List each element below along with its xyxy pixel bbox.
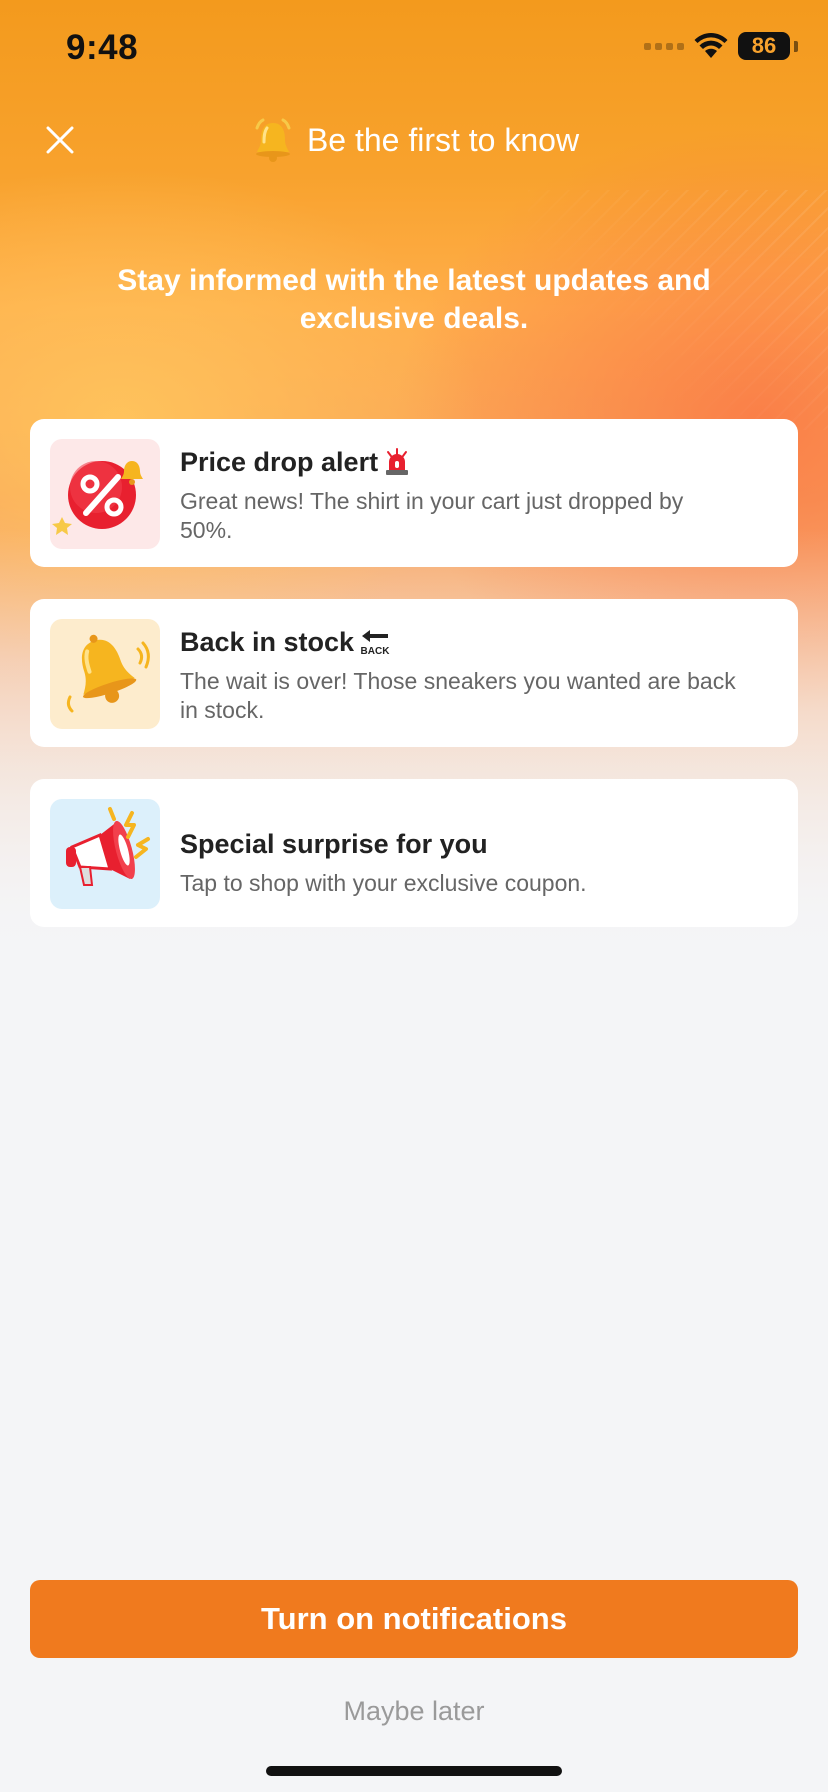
page-header: Be the first to know — [0, 116, 828, 164]
card-icon-container — [50, 439, 160, 549]
subtitle: Stay informed with the latest updates an… — [117, 264, 711, 335]
status-time: 9:48 — [66, 28, 139, 67]
back-arrow-icon-label: BACK — [361, 646, 390, 657]
megaphone-icon — [66, 807, 150, 886]
bell-icon — [255, 118, 291, 162]
cellular-signal-icon — [644, 42, 684, 50]
maybe-later-link[interactable]: Maybe later — [0, 1696, 828, 1727]
card-title-label: Back in stock — [180, 627, 355, 657]
card-text: Price drop alert Great news! The shirt i… — [180, 445, 740, 545]
back-arrow-icon: BACK — [361, 630, 390, 657]
card-title: Price drop alert — [180, 445, 740, 479]
card-description: Tap to shop with your exclusive coupon. — [180, 870, 587, 896]
card-description: The wait is over! Those sneakers you wan… — [180, 668, 736, 723]
card-special-surprise: Special surprise for you Tap to shop wit… — [30, 779, 798, 927]
card-price-drop-alert: Price drop alert Great news! The shirt i… — [30, 419, 798, 567]
card-title: Back in stock BACK — [180, 625, 740, 659]
page-title: Be the first to know — [306, 122, 580, 158]
home-indicator — [266, 1766, 562, 1776]
card-title: Special surprise for you — [180, 829, 488, 859]
battery-indicator: 86 — [738, 32, 790, 60]
card-text: Special surprise for you Tap to shop wit… — [180, 827, 740, 898]
siren-icon — [386, 448, 409, 475]
percent-badge-icon — [52, 461, 143, 535]
card-text: Back in stock BACK The wait is over! Tho… — [180, 625, 740, 725]
card-title-label: Price drop alert — [180, 447, 379, 477]
turn-on-notifications-button[interactable]: Turn on notifications — [30, 1580, 798, 1658]
wifi-icon — [694, 33, 728, 58]
card-description: Great news! The shirt in your cart just … — [180, 488, 684, 543]
ringing-bell-icon — [66, 634, 150, 713]
card-icon-container — [50, 799, 160, 909]
card-icon-container — [50, 619, 160, 729]
battery-tip — [794, 40, 798, 52]
status-icons: 86 — [644, 32, 798, 60]
card-back-in-stock: Back in stock BACK The wait is over! Tho… — [30, 599, 798, 747]
